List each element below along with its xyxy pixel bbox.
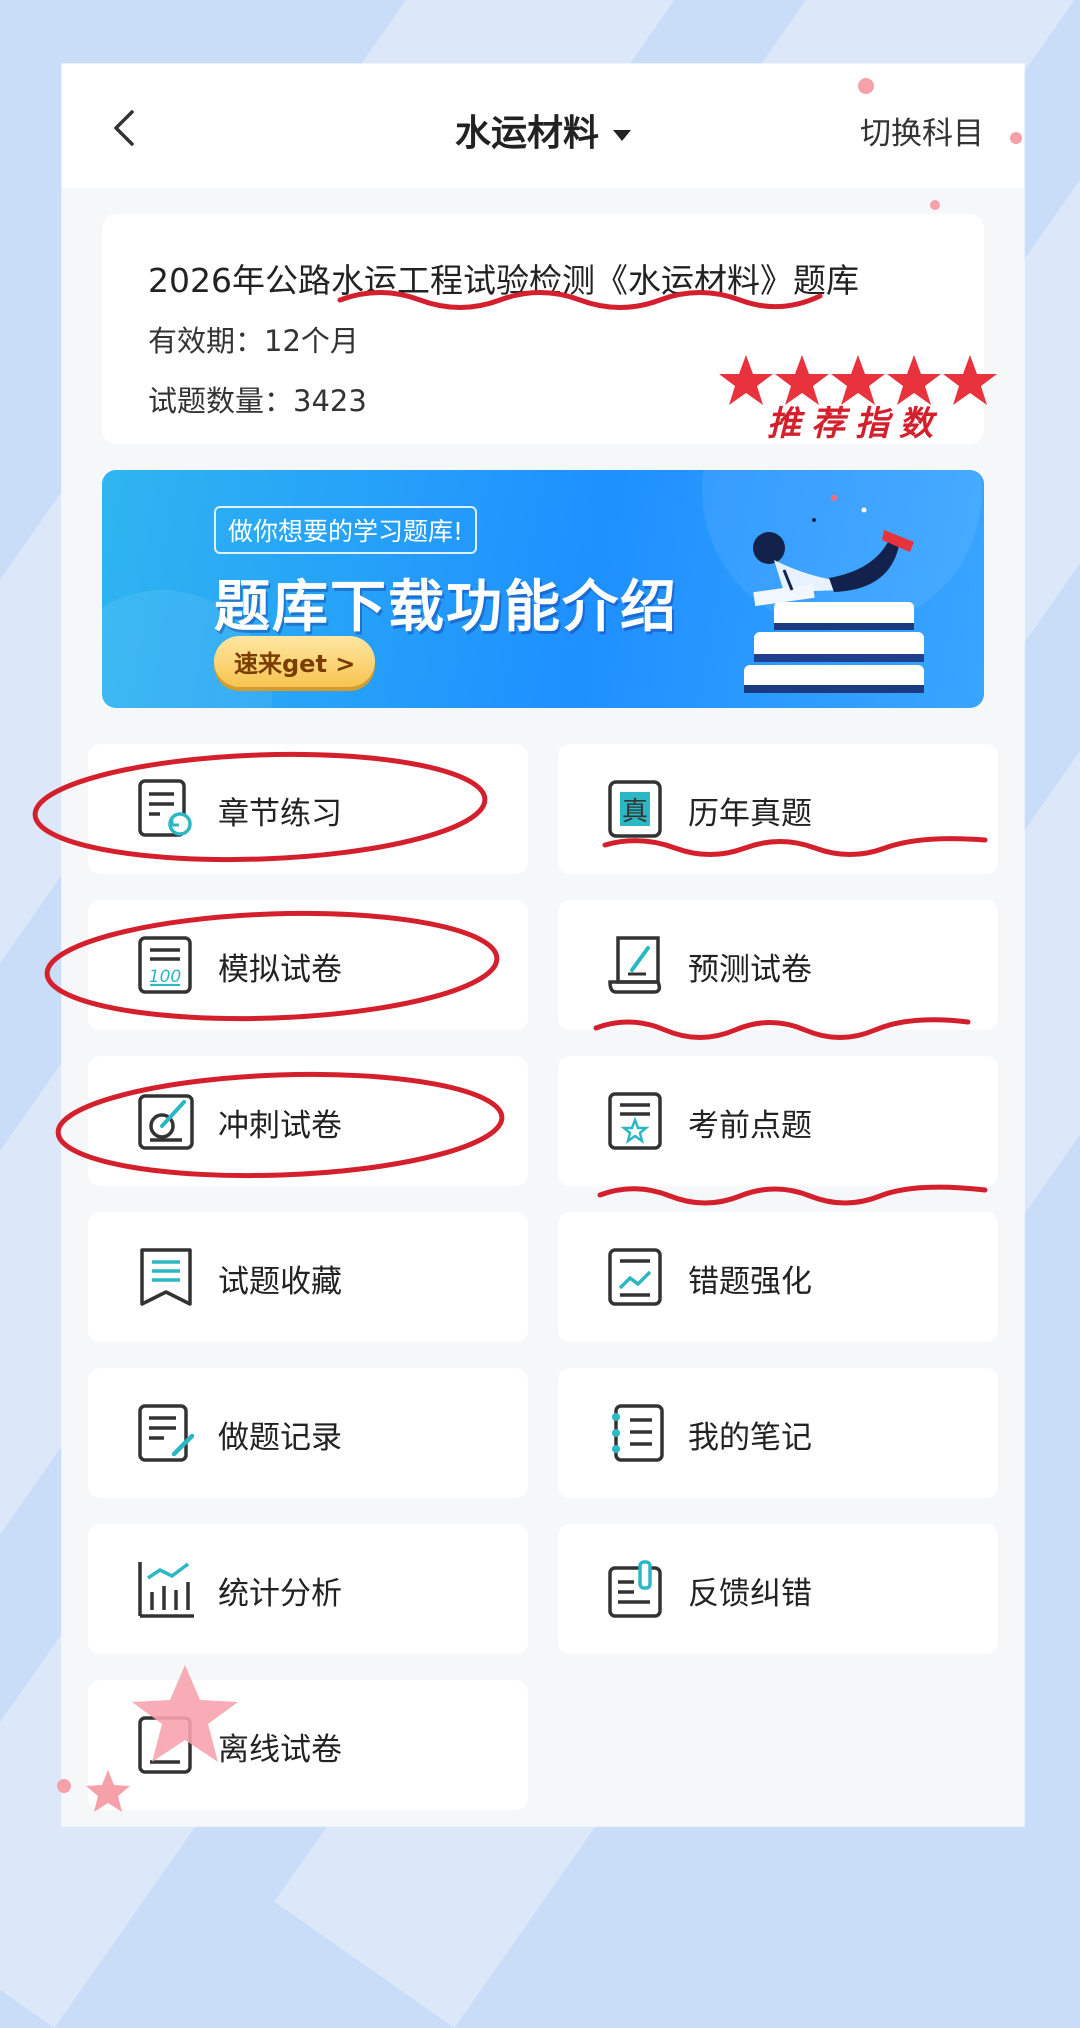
history-icon (138, 1404, 195, 1462)
menu-item-history[interactable]: 做题记录 (88, 1368, 528, 1498)
menu-label: 反馈纠错 (688, 1576, 812, 1612)
pre-exam-tips-icon (608, 1092, 662, 1150)
caret-down-icon (613, 129, 631, 141)
menu-item-offline-paper[interactable]: 离线试卷 (88, 1680, 528, 1810)
past-exam-icon: 真 (608, 780, 662, 838)
favorites-icon (140, 1248, 192, 1306)
page-title: 水运材料 (454, 113, 599, 154)
menu-item-mistakes[interactable]: 错题强化 (558, 1212, 998, 1342)
mistakes-icon (608, 1248, 662, 1306)
forecast-paper-icon (608, 936, 662, 994)
banner-headline: 题库下载功能介绍 (214, 575, 678, 640)
menu-label: 统计分析 (218, 1576, 342, 1612)
switch-subject-button[interactable]: 切换科目 (860, 108, 984, 153)
chapter-practice-icon (138, 779, 192, 837)
menu-item-statistics[interactable]: 统计分析 (88, 1524, 528, 1654)
menu-label: 预测试卷 (688, 952, 812, 988)
question-count-text: 试题数量：3423 (148, 384, 367, 418)
svg-text:真: 真 (622, 797, 648, 827)
promo-banner[interactable]: 做你想要的学习题库! 题库下载功能介绍 速来get > (102, 470, 984, 708)
menu-label: 历年真题 (688, 796, 812, 832)
question-bank-card: 2026年公路水运工程试验检测《水运材料》题库 有效期：12个月 试题数量：34… (102, 214, 984, 444)
menu-label: 考前点题 (688, 1108, 812, 1144)
sprint-paper-icon (138, 1094, 194, 1150)
validity-text: 有效期：12个月 (148, 324, 359, 358)
student-reading-illustration (744, 495, 924, 693)
menu-label: 错题强化 (688, 1264, 812, 1300)
banner-get-button[interactable]: 速来get > (214, 636, 376, 687)
banner-tag: 做你想要的学习题库! (214, 506, 478, 554)
offline-paper-icon (138, 1716, 192, 1774)
menu-item-mock-paper[interactable]: 100 模拟试卷 (88, 900, 528, 1030)
feedback-icon (608, 1560, 662, 1618)
menu-label: 章节练习 (218, 796, 342, 832)
menu-item-pre-exam-tips[interactable]: 考前点题 (558, 1056, 998, 1186)
app-screen: 水运材料 切换科目 2026年公路水运工程试验检测《水运材料》题库 有效期：12… (62, 64, 1024, 1826)
top-bar: 水运材料 切换科目 (62, 64, 1024, 188)
statistics-icon (138, 1562, 194, 1618)
bank-title: 2026年公路水运工程试验检测《水运材料》题库 (148, 261, 859, 300)
menu-item-notes[interactable]: 我的笔记 (558, 1368, 998, 1498)
notes-icon (612, 1404, 664, 1462)
menu-label: 我的笔记 (688, 1420, 812, 1456)
menu-label: 试题收藏 (218, 1264, 342, 1300)
menu-item-chapter-practice[interactable]: 章节练习 (88, 744, 528, 874)
menu-label: 做题记录 (218, 1420, 342, 1456)
menu-item-past-exams[interactable]: 真 历年真题 (558, 744, 998, 874)
menu-item-forecast-paper[interactable]: 预测试卷 (558, 900, 998, 1030)
menu-label: 模拟试卷 (218, 952, 342, 988)
menu-label: 离线试卷 (218, 1732, 342, 1768)
menu-label: 冲刺试卷 (218, 1108, 342, 1144)
menu-item-feedback[interactable]: 反馈纠错 (558, 1524, 998, 1654)
menu-item-sprint-paper[interactable]: 冲刺试卷 (88, 1056, 528, 1186)
menu-item-favorites[interactable]: 试题收藏 (88, 1212, 528, 1342)
mock-paper-icon: 100 (138, 936, 192, 994)
